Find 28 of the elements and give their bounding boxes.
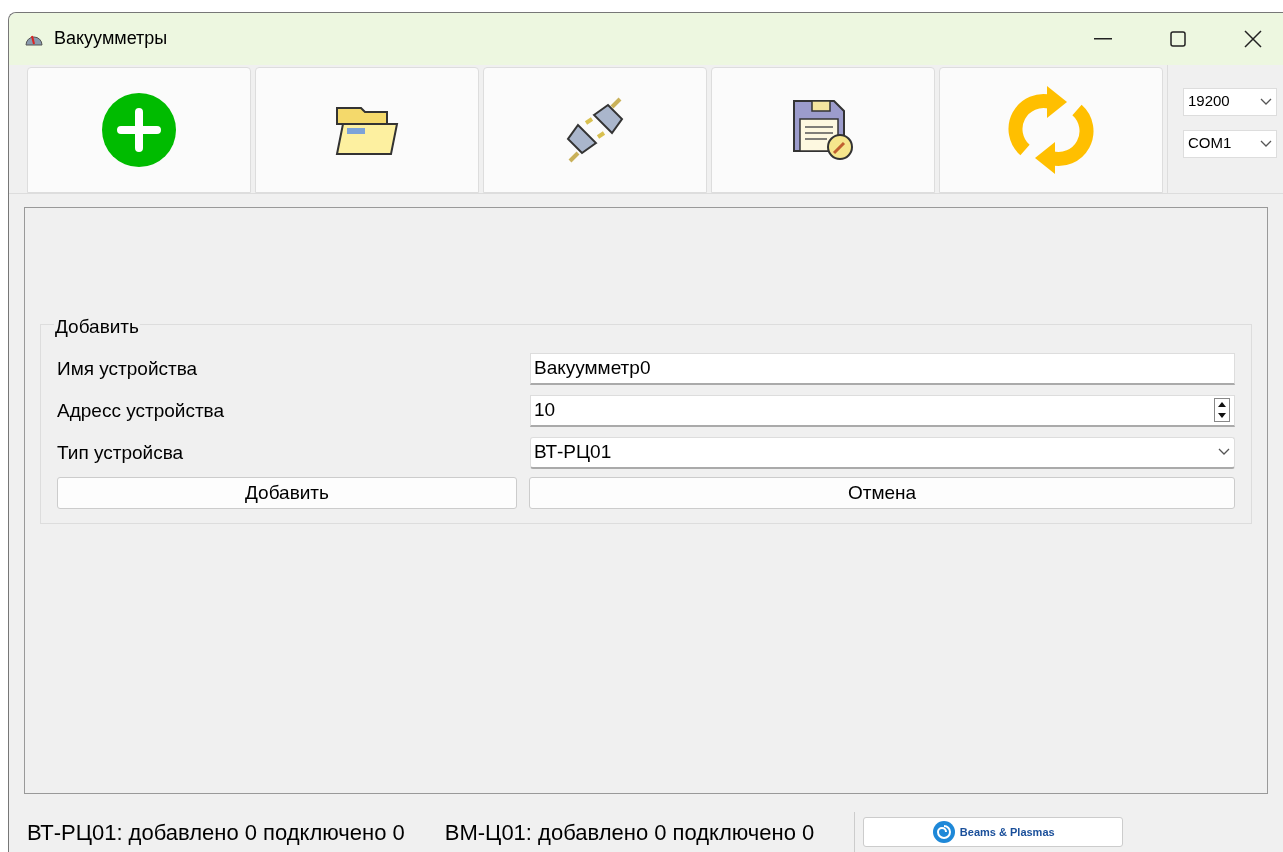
toolbar-button[interactable]	[711, 66, 935, 194]
minimize-icon	[1094, 37, 1112, 40]
status-text: ВТ-РЦ01: добавлено 0 подключено 0	[27, 818, 405, 847]
refresh-icon	[1007, 85, 1095, 174]
window-title: Вакуумметры	[54, 27, 168, 51]
spin-arrows-icon	[1214, 398, 1230, 423]
chevron-down-icon	[1218, 448, 1230, 457]
close-icon	[1244, 29, 1262, 48]
field-value: 10	[534, 398, 557, 423]
port-dropdown[interactable]: COM1	[1183, 129, 1277, 158]
device-type-dropdown[interactable]: ВТ-РЦ01	[530, 436, 1235, 469]
field-label: Тип устройсва	[57, 440, 185, 465]
status-text: ВМ-Ц01: добавлено 0 подключено 0	[444, 818, 815, 847]
chevron-down-icon	[1260, 97, 1272, 106]
cancel-button[interactable]: Отмена	[529, 476, 1235, 509]
field-label: Адресс устройства	[57, 398, 226, 423]
field-value: ВТ-РЦ01	[534, 440, 613, 465]
field-label: Имя устройства	[57, 356, 199, 381]
add-icon	[101, 91, 177, 168]
spiral-icon	[931, 820, 956, 845]
spin-field[interactable]: 10	[530, 394, 1235, 427]
maximize-icon	[1170, 30, 1186, 47]
toolbar-button[interactable]	[27, 66, 251, 194]
baud-rate-dropdown[interactable]: 19200	[1183, 87, 1277, 116]
logo-text: Beams & Plasmas	[959, 824, 1055, 840]
add-button[interactable]: Добавить	[57, 476, 517, 509]
chevron-down-icon	[1260, 139, 1272, 148]
input-field[interactable]: Вакуумметр0	[530, 352, 1235, 385]
